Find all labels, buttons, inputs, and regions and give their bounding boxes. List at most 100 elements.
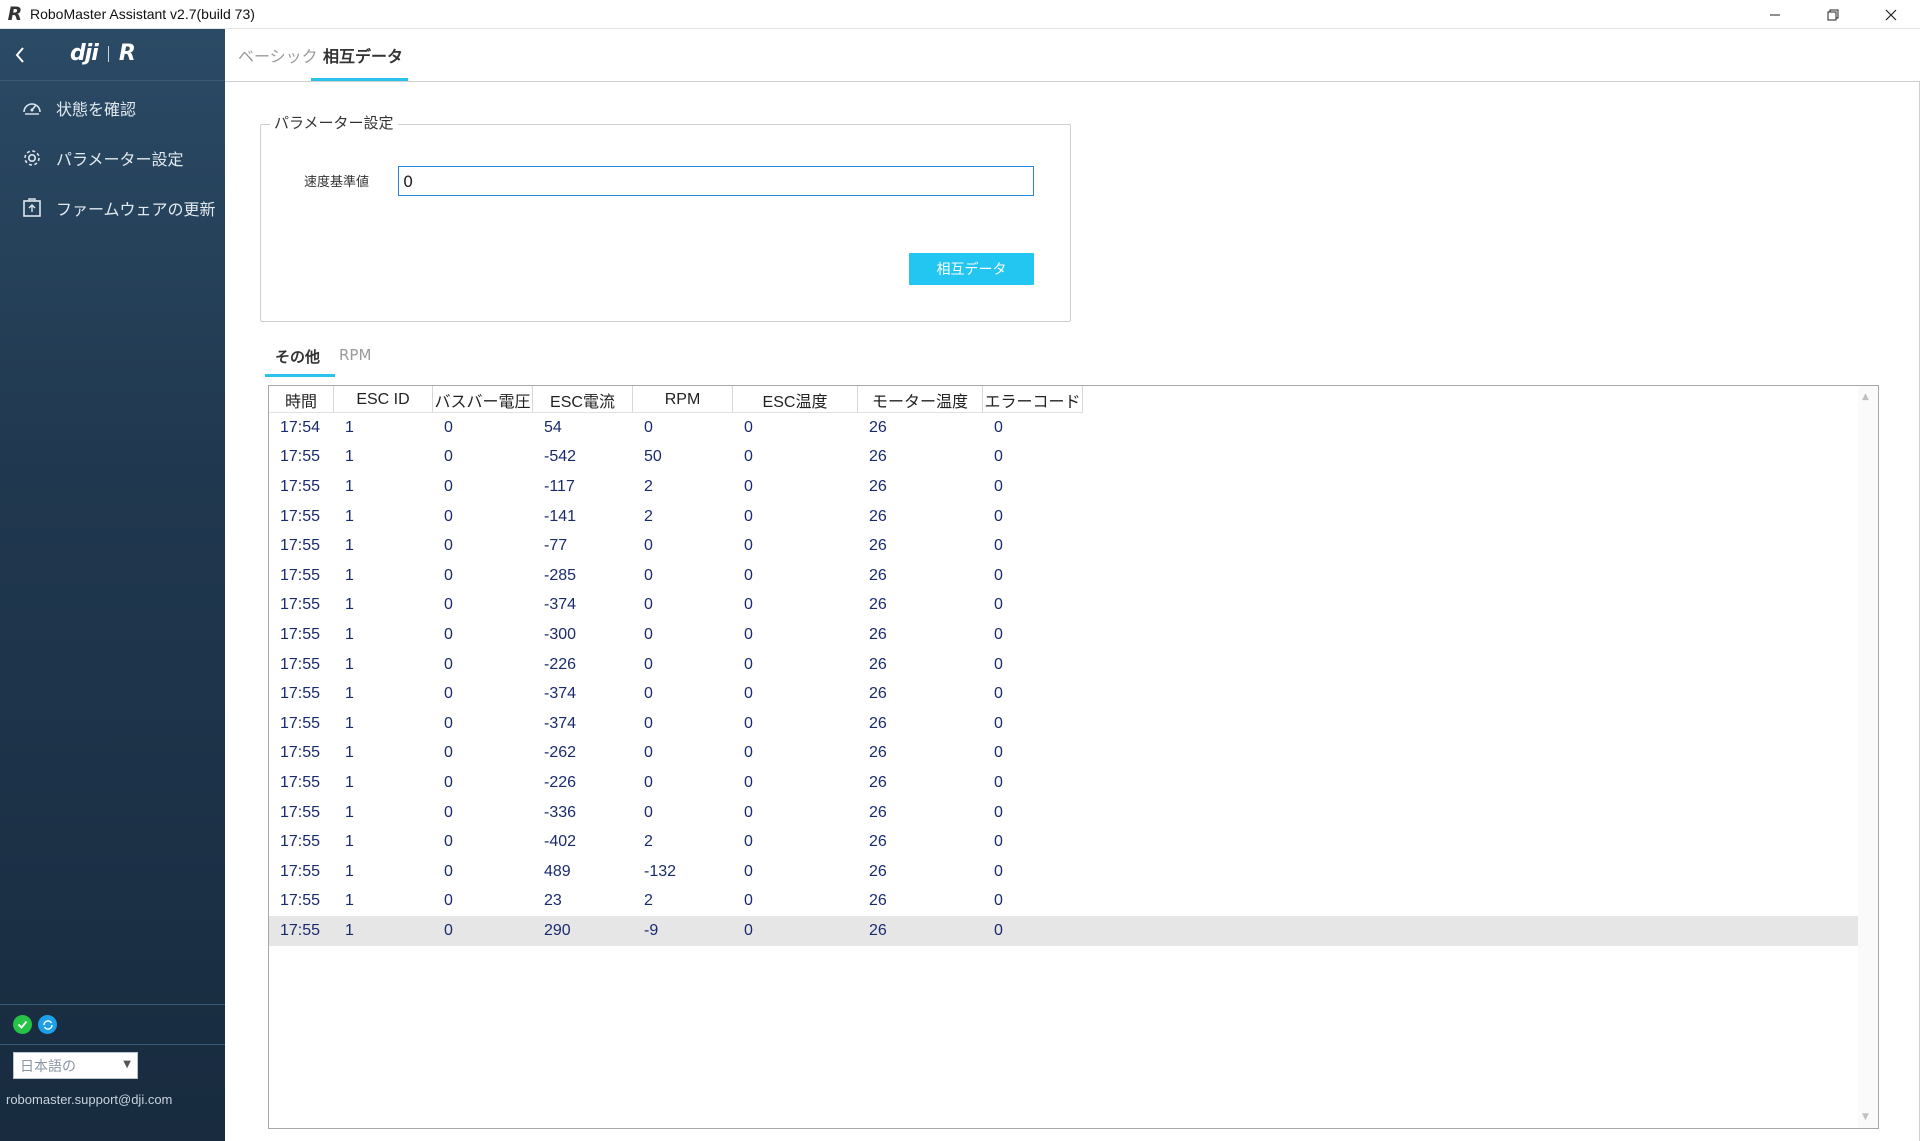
sidebar: dji R 状態を確認 パラメーター設定 ファームウェアの更新 日本語の ▼ r… [0,29,225,1141]
table-cell: 0 [444,448,453,466]
title-bar: R RoboMaster Assistant v2.7(build 73) [0,0,1920,29]
language-select[interactable]: 日本語の ▼ [13,1052,138,1079]
table-row[interactable]: 17:55 1 0 -117 2 0 26 0 [269,472,1860,502]
table-cell: 0 [444,596,453,614]
table-row[interactable]: 17:55 1 0 489 -132 0 26 0 [269,857,1860,887]
table-cell: 26 [869,892,887,910]
table-row[interactable]: 17:55 1 0 -226 0 0 26 0 [269,650,1860,680]
table-cell: 0 [644,566,653,584]
minimize-button[interactable] [1746,0,1804,29]
interactive-data-button[interactable]: 相互データ [909,253,1034,285]
sidebar-item-status[interactable]: 状態を確認 [0,83,225,133]
table-row[interactable]: 17:54 1 0 54 0 0 26 0 [269,413,1860,443]
sync-icon[interactable] [38,1015,57,1034]
table-row[interactable]: 17:55 1 0 -374 0 0 26 0 [269,591,1860,621]
table-row[interactable]: 17:55 1 0 -262 0 0 26 0 [269,739,1860,769]
table-row[interactable]: 17:55 1 0 -77 0 0 26 0 [269,531,1860,561]
table-cell: 0 [994,448,1003,466]
sidebar-nav: 状態を確認 パラメーター設定 ファームウェアの更新 [0,83,225,233]
column-header[interactable]: モーター温度 [858,386,983,413]
table-cell: 489 [544,862,571,880]
table-row[interactable]: 17:55 1 0 -285 0 0 26 0 [269,561,1860,591]
sidebar-item-parameters[interactable]: パラメーター設定 [0,133,225,183]
table-cell: 23 [544,892,562,910]
table-cell: 1 [345,418,354,436]
table-cell: 0 [644,803,653,821]
esc-data-table: 時間 ESC ID バスバー電圧 ESC電流 RPM ESC温度 モーター温度 エラーコード … [268,385,1879,1129]
sidebar-item-label: ファームウェアの更新 [56,200,216,219]
table-cell: 26 [869,477,887,495]
table-cell: 0 [444,714,453,732]
table-cell: 17:55 [280,892,321,910]
column-header[interactable]: ESC ID [334,386,433,413]
table-cell: 17:55 [280,685,321,703]
window-controls [1746,0,1920,29]
restore-button[interactable] [1804,0,1862,29]
sidebar-item-firmware[interactable]: ファームウェアの更新 [0,183,225,233]
column-header[interactable]: ESC電流 [533,386,633,413]
gauge-icon [20,96,44,120]
table-cell: 0 [744,892,753,910]
table-cell: 17:54 [280,418,321,436]
table-cell: 17:55 [280,744,321,762]
close-button[interactable] [1862,0,1920,29]
table-cell: 17:55 [280,655,321,673]
table-row[interactable]: 17:55 1 0 -374 0 0 26 0 [269,679,1860,709]
speed-reference-input[interactable]: 0 [398,166,1034,196]
tab-rpm[interactable]: RPM [339,346,371,364]
window-title: RoboMaster Assistant v2.7(build 73) [30,6,255,22]
table-row[interactable]: 17:55 1 0 -141 2 0 26 0 [269,502,1860,532]
table-cell: 0 [744,625,753,643]
table-cell: 0 [444,744,453,762]
scroll-up-icon[interactable]: ▲ [1862,392,1869,402]
table-cell: 26 [869,566,887,584]
table-cell: 26 [869,625,887,643]
table-cell: 0 [744,862,753,880]
table-cell: 26 [869,833,887,851]
table-body: 17:54 1 0 54 0 0 26 0 17:55 1 0 -542 50 0 26 0 17:55 1 0 -1… [269,413,1860,946]
table-cell: -542 [544,448,577,466]
dji-logo: dji [70,41,99,66]
column-header[interactable]: バスバー電圧 [433,386,533,413]
tab-interactive-data[interactable]: 相互データ [323,43,403,82]
table-cell: -77 [544,537,568,555]
table-cell: 0 [994,625,1003,643]
table-row[interactable]: 17:55 1 0 -226 0 0 26 0 [269,768,1860,798]
tab-basic[interactable]: ベーシック [238,43,318,82]
column-header[interactable]: 時間 [269,386,334,413]
table-row[interactable]: 17:55 1 0 -336 0 0 26 0 [269,798,1860,828]
table-cell: 1 [345,773,354,791]
table-cell: 0 [444,507,453,525]
firmware-box-icon [20,196,44,220]
tab-other[interactable]: その他 [275,346,320,367]
table-cell: 1 [345,744,354,762]
top-tabs: ベーシック 相互データ [225,29,1920,82]
scroll-down-icon[interactable]: ▼ [1862,1112,1869,1122]
table-cell: 1 [345,803,354,821]
table-cell: 0 [444,537,453,555]
table-row[interactable]: 17:55 1 0 23 2 0 26 0 [269,887,1860,917]
table-cell: 0 [444,655,453,673]
table-cell: 1 [345,507,354,525]
vertical-scrollbar[interactable]: ▲ ▼ [1858,386,1878,1128]
table-row[interactable]: 17:55 1 0 -402 2 0 26 0 [269,827,1860,857]
column-header[interactable]: エラーコード [983,386,1083,413]
table-cell: -374 [544,714,577,732]
table-cell: 0 [744,921,753,939]
table-row[interactable]: 17:55 1 0 -542 50 0 26 0 [269,443,1860,473]
back-button[interactable] [10,43,30,67]
table-cell: 0 [744,685,753,703]
table-cell: 1 [345,448,354,466]
table-cell: -117 [544,477,575,495]
table-row[interactable]: 17:55 1 0 -300 0 0 26 0 [269,620,1860,650]
column-header[interactable]: RPM [633,386,733,413]
table-header: 時間 ESC ID バスバー電圧 ESC電流 RPM ESC温度 モーター温度 エラーコード [269,386,1083,413]
speed-reference-label: 速度基準値 [304,175,370,190]
table-row[interactable]: 17:55 1 0 -374 0 0 26 0 [269,709,1860,739]
table-cell: -226 [544,655,577,673]
table-cell: 17:55 [280,507,321,525]
parameter-group [260,124,1071,322]
column-header[interactable]: ESC温度 [733,386,858,413]
active-tab-indicator [311,78,408,81]
table-row[interactable]: 17:55 1 0 290 -9 0 26 0 [269,916,1860,946]
